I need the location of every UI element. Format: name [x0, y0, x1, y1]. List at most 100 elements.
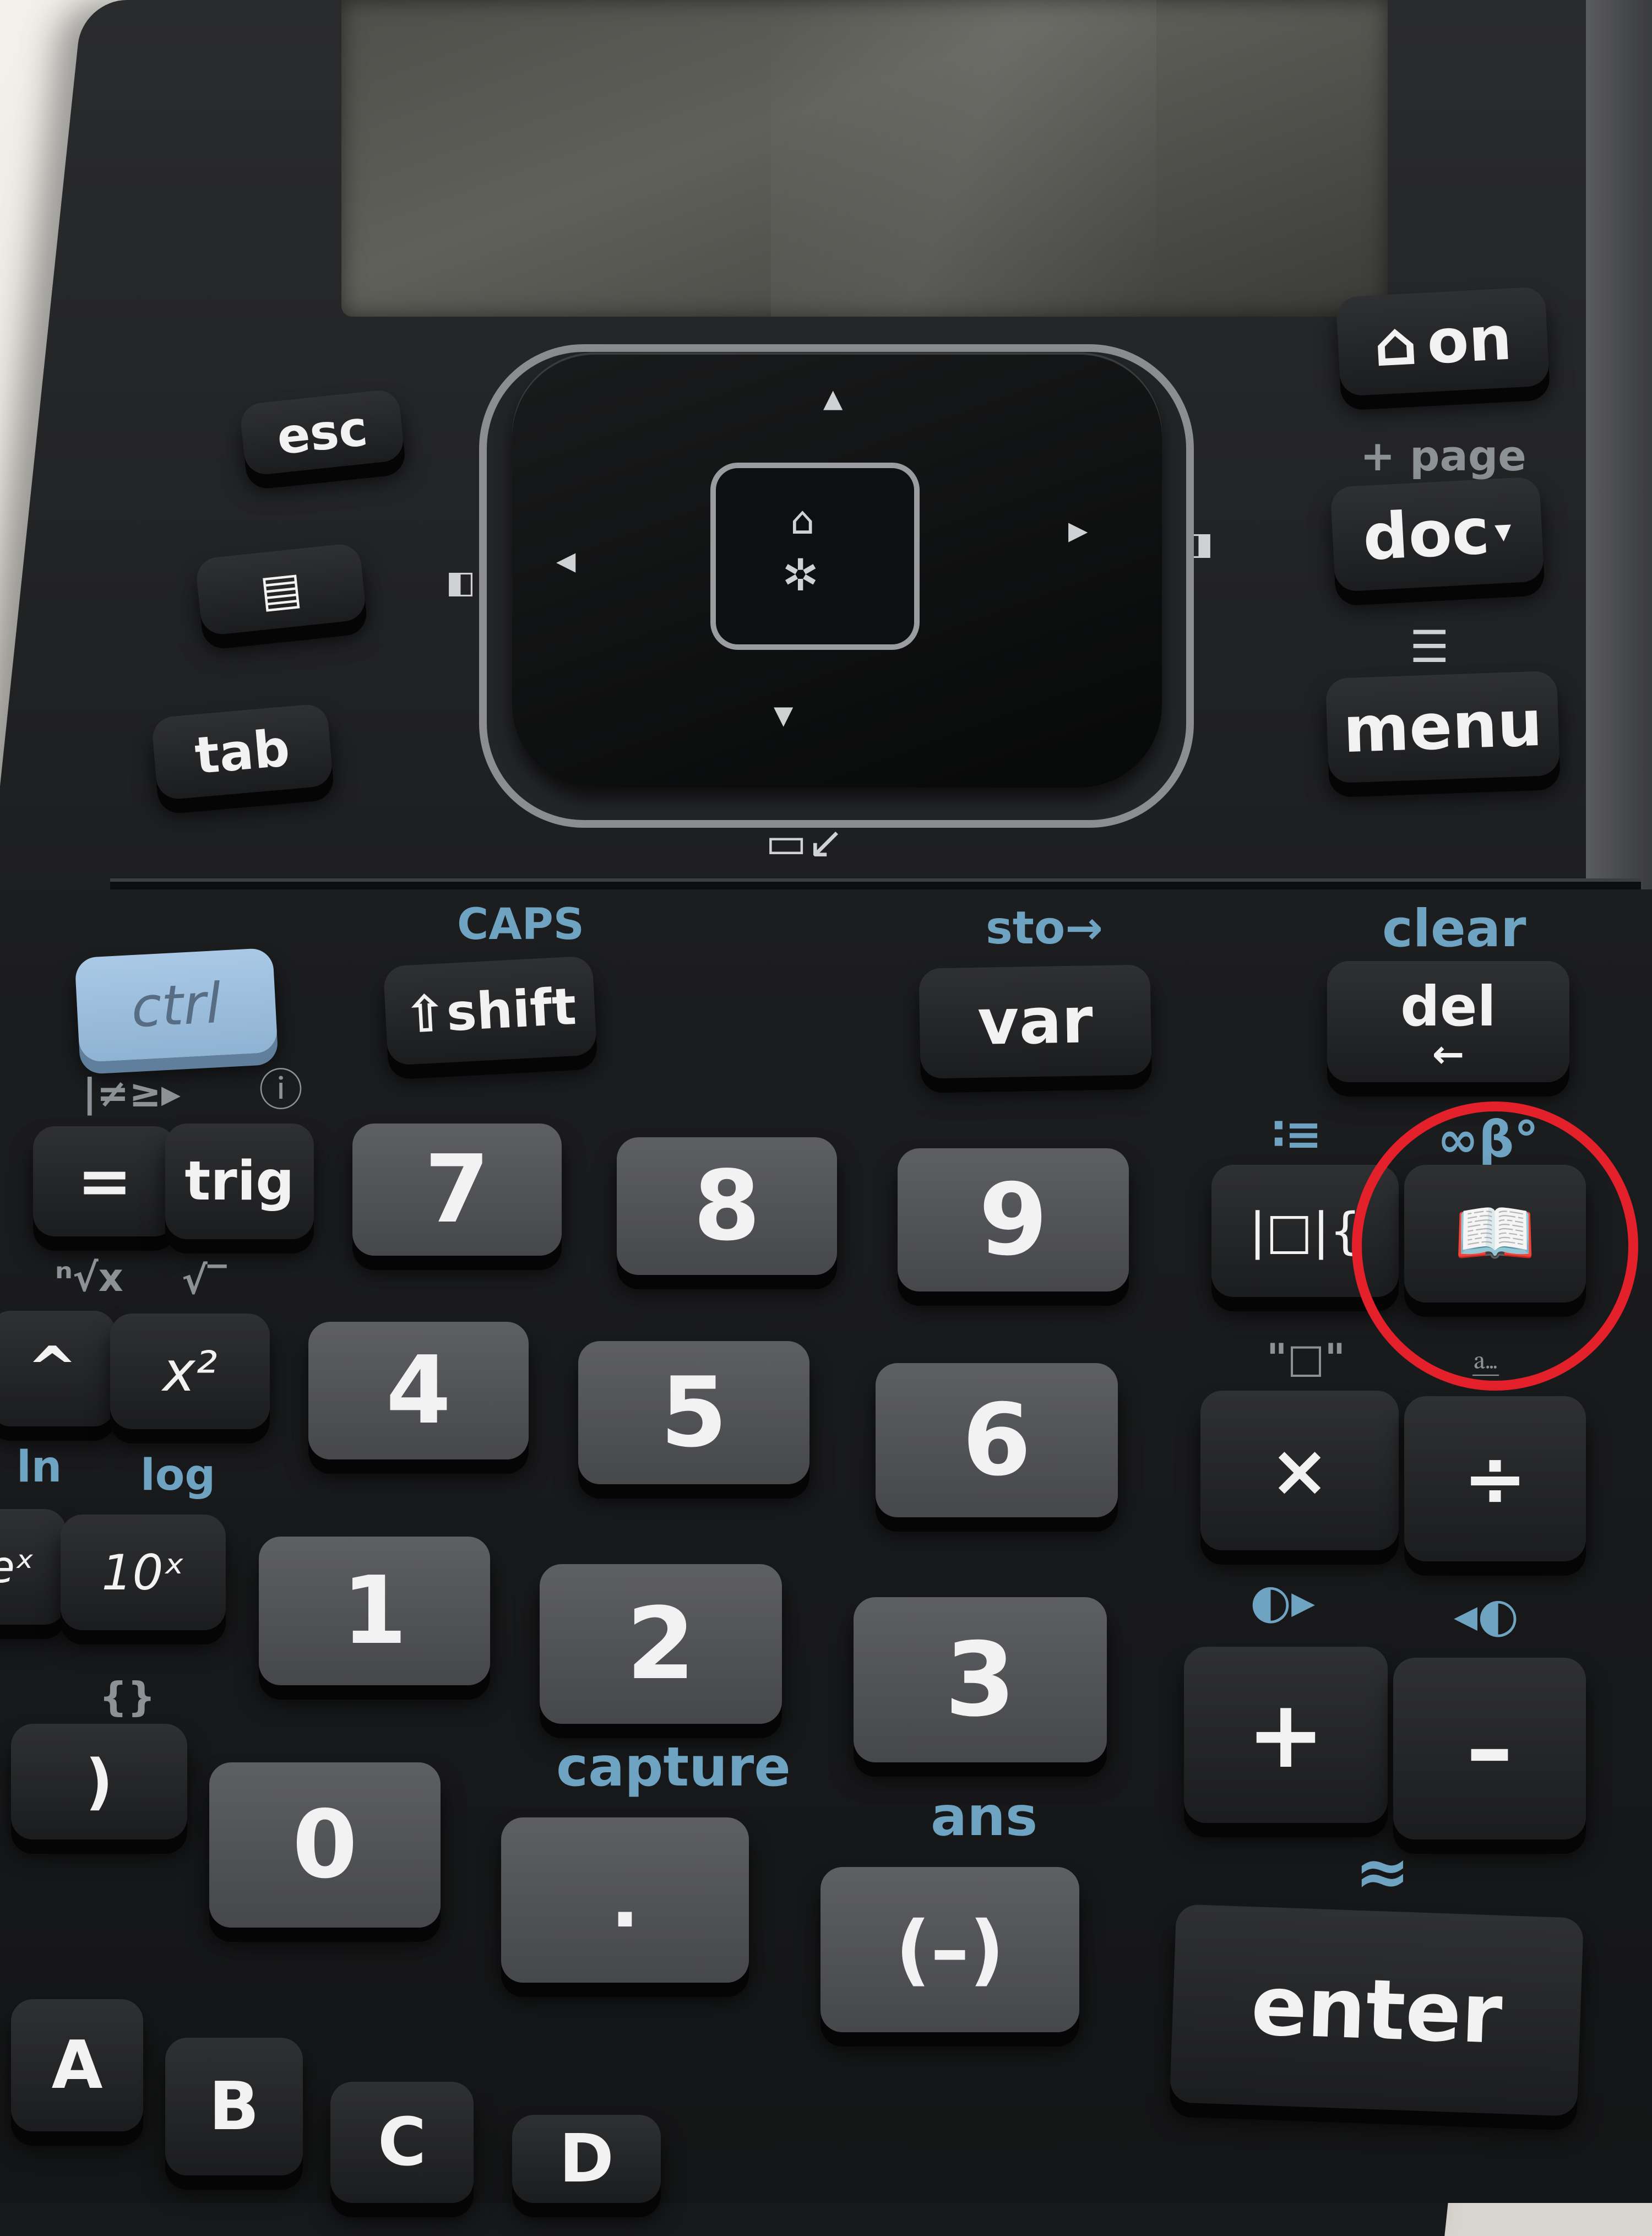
trig-upper-label: |≠≥▸: [83, 1071, 181, 1116]
digit-1-key[interactable]: 1: [259, 1537, 490, 1685]
tab-label: tab: [192, 718, 292, 785]
negative-key[interactable]: (–): [820, 1867, 1079, 2032]
arrow-right-icon[interactable]: ▶: [1068, 518, 1088, 543]
shift-arrow-icon: ⇧: [402, 983, 448, 1045]
shift-key[interactable]: ⇧ shift: [383, 956, 597, 1066]
ctrl-key[interactable]: ctrl: [74, 947, 278, 1063]
left-page-icon: ◧: [446, 565, 475, 600]
del-key[interactable]: del ←: [1327, 961, 1569, 1082]
esc-label: esc: [274, 399, 371, 465]
plus-key[interactable]: +: [1184, 1647, 1388, 1823]
letter-c-label: C: [377, 2104, 427, 2181]
digit-5-key[interactable]: 5: [578, 1341, 809, 1484]
plus-label: +: [1246, 1680, 1325, 1789]
digit-7-key[interactable]: 7: [352, 1124, 562, 1256]
digit-6-label: 6: [962, 1382, 1031, 1498]
doc-upper-label: + page: [1360, 431, 1526, 480]
digit-2-key[interactable]: 2: [540, 1564, 782, 1724]
digit-9-key[interactable]: 9: [898, 1148, 1129, 1291]
on-label: on: [1425, 302, 1514, 378]
divide-upper-icon: ⎁: [1470, 1340, 1501, 1386]
braces-upper-label: {}: [99, 1674, 156, 1720]
equals-key[interactable]: =: [33, 1126, 176, 1236]
digit-3-key[interactable]: 3: [854, 1597, 1107, 1762]
help-icon: ⓘ: [259, 1065, 303, 1116]
tab-key[interactable]: tab: [151, 703, 334, 801]
times-label: ×: [1269, 1429, 1330, 1512]
letter-d-key[interactable]: D: [512, 2115, 661, 2203]
equals-label: =: [77, 1143, 133, 1220]
digit-2-label: 2: [626, 1586, 695, 1702]
arrow-left-icon[interactable]: ◀: [556, 548, 575, 573]
doc-label: doc: [1361, 495, 1492, 575]
enter-key[interactable]: enter: [1169, 1904, 1584, 2116]
templates-upper-label: ∶≡: [1272, 1109, 1322, 1160]
letter-b-label: B: [209, 2068, 259, 2145]
close-paren-key[interactable]: ): [11, 1724, 187, 1839]
plus-upper-label: ◐▸: [1250, 1574, 1316, 1629]
times-key[interactable]: ×: [1200, 1391, 1399, 1550]
ln-upper-label: ln: [17, 1442, 62, 1492]
square-label: x²: [162, 1339, 218, 1404]
digit-6-key[interactable]: 6: [876, 1363, 1118, 1517]
digit-4-key[interactable]: 4: [308, 1322, 529, 1459]
digit-5-label: 5: [660, 1356, 727, 1469]
minus-upper-label: ◂◐: [1454, 1588, 1519, 1643]
ctrl-label: ctrl: [129, 970, 223, 1040]
del-upper-label: clear: [1382, 899, 1526, 959]
ten-power-label: 10ˣ: [101, 1544, 185, 1601]
del-label: del: [1400, 974, 1496, 1039]
letter-c-key[interactable]: C: [330, 2082, 474, 2203]
chevron-down-icon: ▾: [1493, 511, 1513, 551]
power-key[interactable]: ^: [0, 1311, 116, 1426]
root-upper-label: ⁿ√x: [55, 1255, 123, 1300]
digit-3-label: 3: [944, 1620, 1016, 1739]
backspace-arrow-icon: ←: [1432, 1031, 1465, 1077]
log-upper-label: log: [140, 1451, 216, 1500]
home-icon: ⌂: [1372, 307, 1419, 381]
shift-label: shift: [444, 976, 578, 1043]
digit-7-label: 7: [424, 1135, 490, 1244]
var-key[interactable]: var: [919, 964, 1152, 1079]
arrow-down-icon[interactable]: ▼: [774, 702, 793, 728]
doc-key[interactable]: doc ▾: [1330, 476, 1545, 592]
menu-icon: ☰: [1410, 621, 1449, 672]
divide-key[interactable]: ÷: [1404, 1396, 1586, 1561]
menu-key[interactable]: menu: [1325, 670, 1561, 784]
negative-upper-label: ans: [931, 1785, 1038, 1848]
digit-0-label: 0: [292, 1790, 358, 1899]
decimal-upper-label: capture: [556, 1736, 791, 1799]
digit-8-key[interactable]: 8: [617, 1137, 837, 1275]
trig-label: trig: [184, 1150, 295, 1213]
letter-a-label: A: [51, 2027, 103, 2104]
calculator-icon: ▤: [257, 561, 305, 617]
exp-label: eˣ: [0, 1541, 35, 1593]
negative-label: (–): [895, 1904, 1004, 1995]
digit-1-label: 1: [341, 1556, 407, 1665]
letter-d-label: D: [559, 2120, 614, 2197]
minus-key[interactable]: –: [1393, 1658, 1586, 1839]
decimal-key[interactable]: .: [501, 1817, 749, 1983]
exp-key[interactable]: eˣ: [0, 1509, 66, 1625]
pointer-icon: ✲: [782, 550, 819, 601]
menu-label: menu: [1341, 686, 1544, 768]
var-upper-label: sto→: [986, 902, 1104, 954]
square-key[interactable]: x²: [110, 1314, 270, 1429]
home-on-key[interactable]: ⌂ on: [1335, 286, 1550, 397]
trig-key[interactable]: trig: [165, 1124, 314, 1239]
divide-label: ÷: [1463, 1434, 1528, 1524]
minus-label: –: [1466, 1694, 1513, 1803]
ten-power-key[interactable]: 10ˣ: [61, 1515, 226, 1630]
arrow-up-icon[interactable]: ▲: [823, 386, 843, 411]
letter-b-key[interactable]: B: [165, 2038, 303, 2175]
times-upper-label: "□": [1267, 1335, 1346, 1381]
enter-upper-label: ≈: [1355, 1834, 1410, 1911]
digit-0-key[interactable]: 0: [209, 1762, 441, 1928]
screen-glare: [771, 0, 1156, 317]
photo-scene: esc ▤ tab ⌂ on + page doc ▾ ☰ menu ◧ ◨ ▭…: [0, 0, 1652, 2236]
letter-a-key[interactable]: A: [11, 1999, 143, 2131]
digit-8-label: 8: [693, 1150, 760, 1262]
digit-9-label: 9: [979, 1162, 1048, 1278]
shift-upper-label: CAPS: [457, 900, 584, 949]
close-paren-label: ): [85, 1746, 113, 1817]
